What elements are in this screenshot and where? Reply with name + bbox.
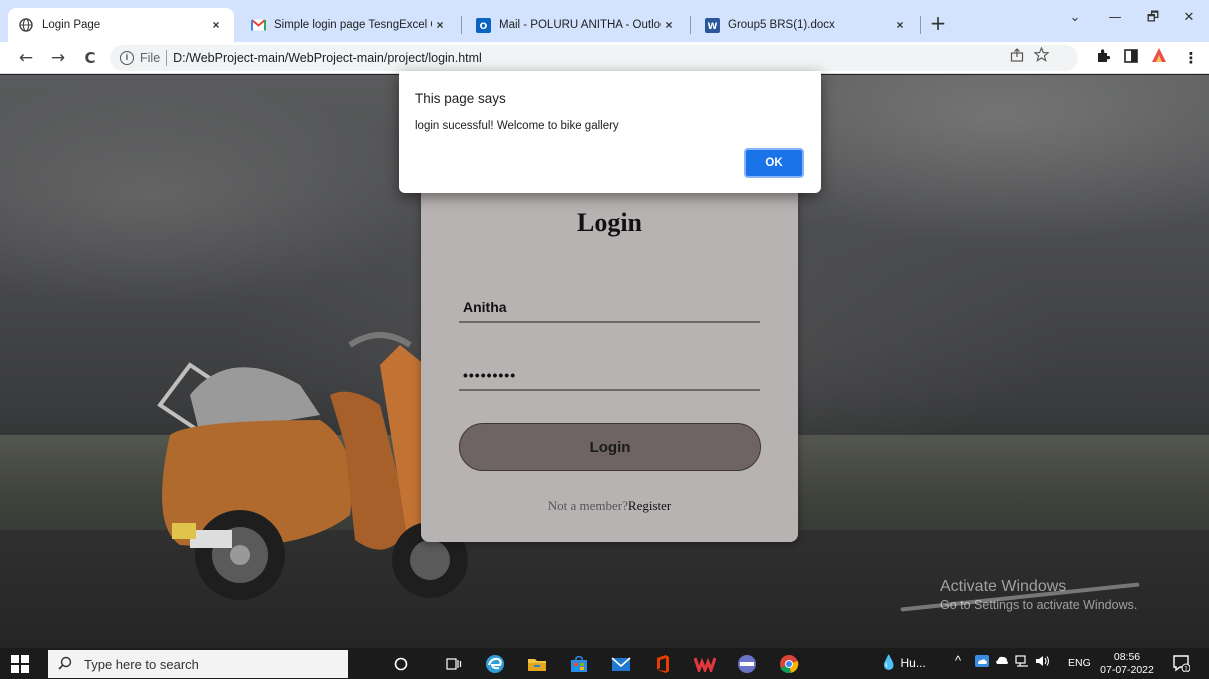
login-card: Login Login Not a member?Register	[421, 178, 798, 542]
file-explorer-icon[interactable]	[526, 653, 548, 675]
gmail-icon	[250, 17, 266, 33]
close-window-button[interactable]: ✕	[1172, 4, 1206, 32]
address-scheme: File	[140, 51, 161, 65]
search-icon	[58, 656, 72, 673]
taskbar-clock[interactable]: 08:56 07-07-2022	[1100, 651, 1154, 677]
water-drop-icon: 💧	[880, 654, 898, 670]
svg-text:O: O	[479, 22, 487, 32]
forward-button[interactable]: →	[46, 46, 70, 70]
tab-separator	[920, 16, 921, 34]
onedrive-icon[interactable]	[975, 655, 989, 670]
browser-toolbar: ← → C i File D:/WebProject-main/WebProje…	[0, 42, 1209, 74]
register-link[interactable]: Register	[628, 498, 671, 513]
task-view-icon[interactable]	[443, 653, 465, 675]
address-url: D:/WebProject-main/WebProject-main/proje…	[173, 51, 482, 65]
tab-title: Mail - POLURU ANITHA - Outloo	[499, 19, 661, 31]
tab-outlook[interactable]: O Mail - POLURU ANITHA - Outloo ×	[465, 8, 687, 42]
office-icon[interactable]	[652, 653, 674, 675]
password-input[interactable]	[459, 361, 760, 391]
clock-date: 07-07-2022	[1100, 664, 1154, 676]
weather-text: Hu...	[900, 656, 926, 670]
taskbar: Type here to search 💧 Hu... ^ ENG 08:56 …	[0, 648, 1209, 679]
new-tab-button[interactable]: +	[925, 10, 951, 36]
network-icon[interactable]	[1015, 655, 1029, 670]
taskbar-search-box[interactable]: Type here to search	[48, 650, 348, 678]
username-input[interactable]	[459, 293, 760, 323]
tab-search-chevron-icon[interactable]: ⌄	[1058, 4, 1092, 32]
reload-button[interactable]: C	[78, 46, 102, 70]
svg-text:W: W	[707, 22, 717, 32]
app-icon[interactable]	[736, 653, 758, 675]
wps-office-icon[interactable]	[694, 653, 716, 675]
login-button[interactable]: Login	[459, 423, 761, 471]
not-member-text: Not a member?	[547, 498, 628, 513]
address-bar[interactable]: i File D:/WebProject-main/WebProject-mai…	[110, 45, 1078, 71]
close-tab-icon[interactable]: ×	[208, 18, 224, 32]
minimize-button[interactable]: —	[1098, 4, 1132, 32]
tab-separator	[690, 16, 691, 34]
watermark-line2: Go to Settings to activate Windows.	[940, 598, 1138, 612]
share-icon[interactable]	[1006, 46, 1028, 70]
language-indicator[interactable]: ENG	[1068, 657, 1091, 669]
close-tab-icon[interactable]: ×	[432, 18, 448, 32]
restore-button[interactable]: 🗗	[1136, 4, 1170, 32]
login-title: Login	[576, 208, 643, 237]
dialog-message: login sucessful! Welcome to bike gallery	[415, 120, 619, 132]
clock-time: 08:56	[1113, 651, 1141, 663]
tab-separator	[461, 16, 462, 34]
tab-word-doc[interactable]: W Group5 BRS(1).docx ×	[694, 8, 918, 42]
alert-dialog: This page says login sucessful! Welcome …	[399, 71, 821, 193]
search-placeholder: Type here to search	[84, 656, 199, 672]
side-panel-icon[interactable]	[1120, 46, 1142, 70]
volume-icon[interactable]	[1035, 655, 1051, 670]
tab-strip: Login Page × Simple login page TesngExce…	[0, 0, 1209, 42]
profile-avatar-icon[interactable]	[1148, 46, 1170, 70]
extensions-puzzle-icon[interactable]	[1092, 46, 1114, 70]
word-icon: W	[704, 17, 720, 33]
store-icon[interactable]	[568, 653, 590, 675]
bookmark-star-icon[interactable]	[1030, 46, 1052, 70]
svg-text:1: 1	[1184, 666, 1188, 673]
mail-icon[interactable]	[610, 653, 632, 675]
close-tab-icon[interactable]: ×	[892, 18, 908, 32]
tab-gmail[interactable]: Simple login page TesngExcel Co ×	[240, 8, 458, 42]
cloud-icon[interactable]	[995, 655, 1009, 668]
watermark-line1: Activate Windows	[940, 578, 1067, 595]
weather-tray[interactable]: 💧 Hu...	[880, 654, 926, 671]
edge-icon[interactable]	[484, 653, 506, 675]
windows-start-icon[interactable]	[10, 654, 30, 674]
activate-windows-watermark: Activate Windows Go to Settings to activ…	[940, 578, 1137, 612]
register-prompt: Not a member?Register	[421, 498, 798, 514]
cortana-icon[interactable]	[390, 653, 412, 675]
notifications-icon[interactable]: 1	[1172, 654, 1191, 675]
tab-title: Login Page	[42, 19, 101, 31]
ok-button[interactable]: OK	[744, 148, 804, 178]
dialog-title: This page says	[415, 91, 506, 106]
show-hidden-icons-chevron[interactable]: ^	[955, 653, 961, 668]
site-info-icon[interactable]: i	[120, 51, 134, 65]
tab-login-page[interactable]: Login Page ×	[8, 8, 234, 42]
tab-title: Simple login page TesngExcel Co	[274, 19, 432, 31]
outlook-icon: O	[475, 17, 491, 33]
chrome-icon[interactable]	[778, 653, 800, 675]
back-button[interactable]: ←	[14, 46, 38, 70]
tab-title: Group5 BRS(1).docx	[728, 19, 835, 31]
globe-icon	[18, 17, 34, 33]
close-tab-icon[interactable]: ×	[661, 18, 677, 32]
chrome-menu-icon[interactable]: ⋮	[1180, 46, 1202, 70]
address-divider	[166, 50, 168, 66]
